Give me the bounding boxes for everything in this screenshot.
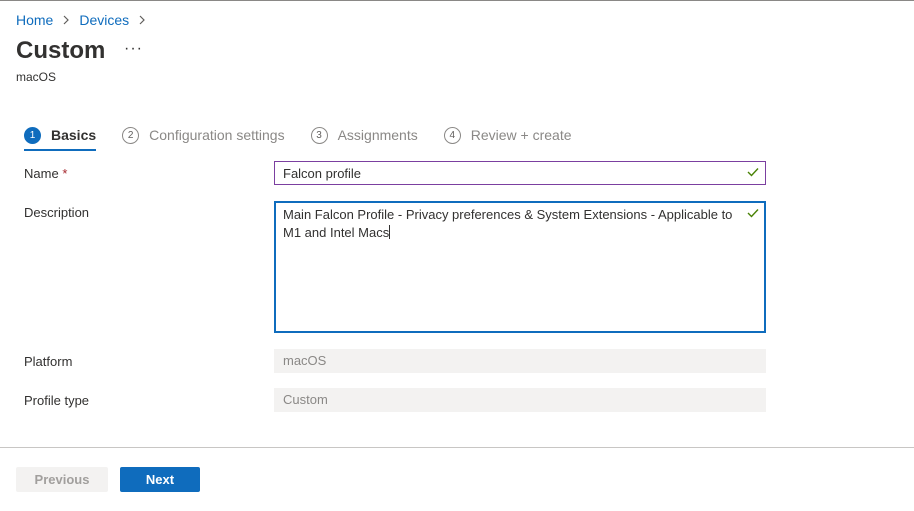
profile-type-field: Custom bbox=[274, 388, 766, 412]
step-label: Configuration settings bbox=[149, 127, 285, 143]
footer-divider bbox=[0, 447, 914, 448]
step-label: Basics bbox=[51, 127, 97, 143]
description-textarea[interactable]: Main Falcon Profile - Privacy preference… bbox=[274, 201, 766, 333]
checkmark-icon bbox=[747, 209, 759, 218]
step-number: 2 bbox=[122, 126, 140, 144]
description-value: Main Falcon Profile - Privacy preference… bbox=[283, 207, 733, 240]
wizard-step-assignments[interactable]: 3 Assignments bbox=[310, 121, 418, 149]
name-input-value: Falcon profile bbox=[283, 166, 362, 181]
previous-button[interactable]: Previous bbox=[16, 467, 108, 492]
wizard-step-basics[interactable]: 1 Basics bbox=[24, 121, 97, 151]
name-label: Name * bbox=[24, 166, 67, 181]
breadcrumb-devices[interactable]: Devices bbox=[79, 12, 129, 28]
breadcrumb: Home Devices bbox=[16, 12, 155, 28]
step-label: Review + create bbox=[470, 127, 572, 143]
checkmark-icon bbox=[747, 168, 759, 177]
name-label-text: Name bbox=[24, 166, 59, 181]
step-number: 4 bbox=[443, 126, 461, 144]
description-label: Description bbox=[24, 205, 90, 220]
text-caret bbox=[389, 225, 391, 239]
top-border bbox=[0, 0, 914, 1]
more-options-button[interactable]: ··· bbox=[124, 40, 143, 58]
chevron-right-icon bbox=[62, 15, 70, 25]
step-number: 3 bbox=[310, 126, 328, 144]
profile-type-label: Profile type bbox=[24, 393, 90, 408]
platform-field: macOS bbox=[274, 349, 766, 373]
wizard-step-review-create[interactable]: 4 Review + create bbox=[443, 121, 572, 149]
chevron-right-icon bbox=[138, 15, 146, 25]
wizard-steps: 1 Basics 2 Configuration settings 3 Assi… bbox=[24, 121, 598, 151]
required-marker: * bbox=[62, 166, 68, 181]
name-input[interactable]: Falcon profile bbox=[274, 161, 766, 185]
step-label: Assignments bbox=[337, 127, 418, 143]
page-subtitle: macOS bbox=[16, 70, 57, 84]
platform-label: Platform bbox=[24, 354, 73, 369]
breadcrumb-home[interactable]: Home bbox=[16, 12, 53, 28]
wizard-step-configuration-settings[interactable]: 2 Configuration settings bbox=[122, 121, 285, 149]
next-button[interactable]: Next bbox=[120, 467, 200, 492]
step-number: 1 bbox=[24, 126, 41, 144]
page-title: Custom bbox=[16, 37, 106, 64]
